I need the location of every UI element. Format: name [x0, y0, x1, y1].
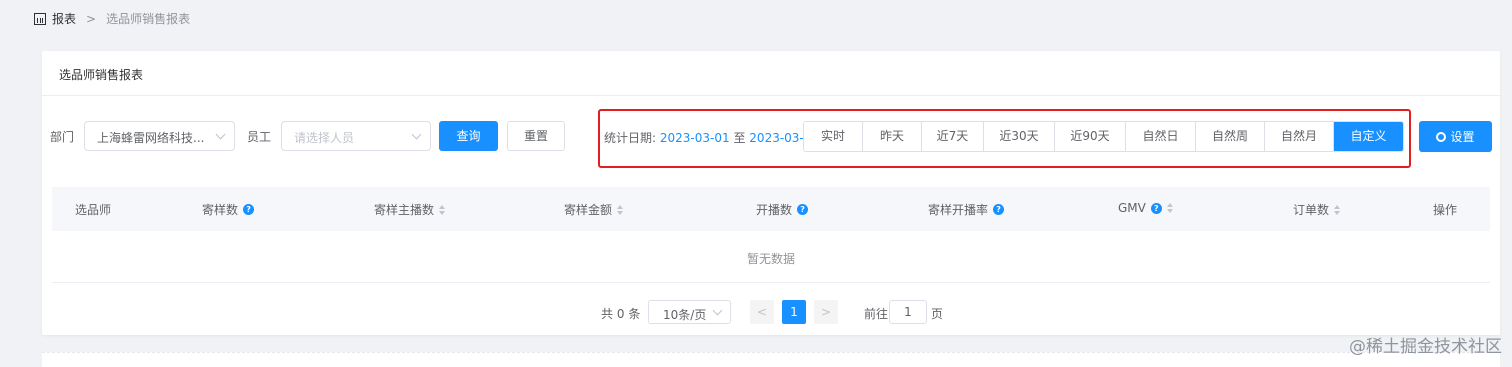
department-label: 部门	[50, 130, 75, 144]
column-header-sample-amount[interactable]: 寄样金额	[564, 201, 624, 218]
help-icon[interactable]: ?	[797, 204, 809, 215]
page-number-current[interactable]: 1	[782, 300, 806, 324]
column-header-selector: 选品师	[75, 203, 112, 217]
page-size-select[interactable]: 10条/页	[648, 300, 731, 324]
column-header-streams[interactable]: 开播数?	[756, 201, 809, 218]
empty-text: 暂无数据	[746, 252, 795, 266]
sort-icon[interactable]	[439, 204, 446, 215]
bottom-card-edge	[42, 352, 1500, 367]
column-header-stream-rate[interactable]: 寄样开播率?	[928, 201, 1005, 218]
card-title: 选品师销售报表	[59, 68, 144, 82]
department-value: 上海蜂雷网络科技...	[97, 131, 205, 145]
watermark: @稀土掘金技术社区	[1349, 337, 1502, 357]
help-icon[interactable]: ?	[1150, 202, 1162, 214]
chart-icon	[34, 12, 46, 25]
start-date[interactable]: 2023-03-01	[660, 131, 730, 145]
report-card: 选品师销售报表 部门 上海蜂雷网络科技... 员工 请选择人员 查询 重置 选品…	[42, 51, 1500, 335]
column-header-gmv[interactable]: GMV?	[1118, 201, 1173, 215]
sort-icon[interactable]	[1166, 203, 1173, 213]
breadcrumb-separator: >	[86, 11, 97, 26]
help-icon[interactable]: ?	[993, 204, 1005, 215]
range-90-days[interactable]: 近90天	[1055, 122, 1126, 151]
column-header-sample-hosts[interactable]: 寄样主播数	[374, 201, 446, 218]
range-natural-day[interactable]: 自然日	[1126, 122, 1196, 151]
range-30-days[interactable]: 近30天	[984, 122, 1055, 151]
range-natural-week[interactable]: 自然周	[1196, 122, 1265, 151]
range-yesterday[interactable]: 昨天	[863, 122, 922, 151]
stat-date-label: 统计日期: 2023-03-01 至 2023-03-10	[604, 131, 820, 145]
table-header: 选品师 寄样数? 寄样主播数 寄样金额 开播数? 寄样开播率? GMV? 订单数…	[52, 187, 1490, 231]
range-custom[interactable]: 自定义	[1334, 122, 1403, 151]
gear-icon	[1436, 131, 1447, 142]
column-header-samples[interactable]: 寄样数?	[202, 201, 255, 218]
chevron-down-icon	[411, 129, 422, 140]
next-page-button[interactable]: >	[814, 300, 838, 324]
chevron-down-icon	[215, 129, 226, 140]
breadcrumb-current: 选品师销售报表	[106, 12, 191, 26]
sort-icon[interactable]	[1334, 204, 1341, 215]
breadcrumb-root[interactable]: 报表	[52, 10, 76, 27]
range-natural-month[interactable]: 自然月	[1265, 122, 1334, 151]
department-select[interactable]: 上海蜂雷网络科技...	[84, 121, 235, 151]
employee-select[interactable]: 请选择人员	[281, 121, 431, 151]
empty-state: 暂无数据	[52, 232, 1490, 283]
pagination-total: 共 0 条	[601, 307, 641, 321]
settings-button[interactable]: 设置	[1419, 121, 1492, 152]
column-header-orders[interactable]: 订单数	[1293, 201, 1341, 218]
goto-label: 前往	[864, 307, 889, 321]
card-header: 选品师销售报表	[42, 51, 1500, 96]
settings-label: 设置	[1450, 130, 1475, 144]
employee-label: 员工	[247, 130, 272, 144]
sort-icon[interactable]	[617, 204, 624, 215]
prev-page-button[interactable]: <	[750, 300, 774, 324]
help-icon[interactable]: ?	[243, 204, 255, 215]
column-header-actions: 操作	[1433, 203, 1458, 217]
breadcrumb: 报表 > 选品师销售报表	[34, 10, 190, 27]
date-range-group: 实时 昨天 近7天 近30天 近90天 自然日 自然周 自然月 自定义	[803, 121, 1404, 152]
query-button[interactable]: 查询	[439, 121, 498, 151]
goto-page-input[interactable]: 1	[889, 300, 927, 324]
page-size-value: 10条/页	[663, 308, 707, 322]
page-suffix: 页	[931, 307, 944, 321]
chevron-down-icon	[712, 305, 723, 316]
range-7-days[interactable]: 近7天	[922, 122, 984, 151]
reset-button[interactable]: 重置	[507, 121, 565, 151]
range-realtime[interactable]: 实时	[804, 122, 863, 151]
employee-placeholder: 请选择人员	[294, 131, 355, 145]
